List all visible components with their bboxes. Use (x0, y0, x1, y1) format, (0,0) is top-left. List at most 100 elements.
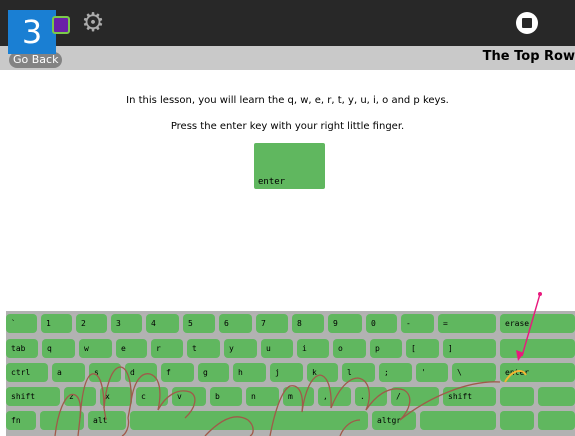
key-k[interactable]: k (307, 363, 338, 382)
key-shift[interactable]: shift (6, 387, 60, 406)
key-b[interactable]: b (210, 387, 242, 406)
key-label: tab (11, 344, 26, 353)
key-l[interactable]: l (342, 363, 375, 382)
key-u5d[interactable]: ] (443, 339, 496, 358)
key-2[interactable]: 2 (76, 314, 107, 333)
key-u60[interactable]: ` (6, 314, 37, 333)
activity-icon[interactable] (52, 16, 70, 34)
key-y[interactable]: y (224, 339, 257, 358)
key-label: - (406, 319, 411, 328)
key-r[interactable]: r (151, 339, 183, 358)
key-u5c[interactable]: \ (452, 363, 496, 382)
key-label: i (302, 344, 307, 353)
key-u2d[interactable]: - (401, 314, 434, 333)
key-u5b[interactable]: [ (406, 339, 439, 358)
key-3[interactable]: 3 (111, 314, 142, 333)
key-label: x (105, 392, 110, 401)
key-6[interactable]: 6 (219, 314, 252, 333)
key-altgr[interactable]: altgr (372, 411, 416, 430)
key-label: q (47, 344, 52, 353)
key-v[interactable]: v (172, 387, 206, 406)
key-n[interactable]: n (246, 387, 279, 406)
key-blank-r3-13[interactable] (538, 387, 575, 406)
key-u2f[interactable]: / (391, 387, 439, 406)
key-label: j (275, 368, 280, 377)
key-blank-r1-13[interactable] (500, 339, 575, 358)
key-label: 1 (46, 319, 51, 328)
key-label: = (443, 319, 448, 328)
key-label: ` (11, 319, 16, 328)
key-d[interactable]: d (125, 363, 157, 382)
key-e[interactable]: e (116, 339, 147, 358)
key-label: ] (448, 344, 453, 353)
key-u3b[interactable]: ; (379, 363, 412, 382)
key-h[interactable]: h (233, 363, 266, 382)
key-label: fn (11, 416, 21, 425)
key-u27[interactable]: ' (416, 363, 448, 382)
key-erase[interactable]: erase (500, 314, 575, 333)
key-f[interactable]: f (161, 363, 194, 382)
key-fn[interactable]: fn (6, 411, 36, 430)
key-label: 2 (81, 319, 86, 328)
gear-icon[interactable]: ⚙ (80, 10, 106, 36)
key-ctrl[interactable]: ctrl (6, 363, 48, 382)
key-label: g (203, 368, 208, 377)
key-label: c (141, 392, 146, 401)
key-a[interactable]: a (52, 363, 85, 382)
key-5[interactable]: 5 (183, 314, 215, 333)
key-z[interactable]: z (64, 387, 96, 406)
key-label: z (69, 392, 74, 401)
toolbar: ⚙ (0, 0, 575, 46)
key-w[interactable]: w (79, 339, 112, 358)
key-t[interactable]: t (187, 339, 220, 358)
key-i[interactable]: i (297, 339, 329, 358)
key-label: b (215, 392, 220, 401)
key-u2c[interactable]: , (318, 387, 351, 406)
key-label: h (238, 368, 243, 377)
key-blank-r4-3[interactable] (130, 411, 368, 430)
key-label: altgr (377, 416, 402, 425)
key-label: 5 (188, 319, 193, 328)
key-tab[interactable]: tab (6, 339, 38, 358)
key-9[interactable]: 9 (328, 314, 362, 333)
key-1[interactable]: 1 (41, 314, 72, 333)
key-label: t (192, 344, 197, 353)
key-alt[interactable]: alt (88, 411, 126, 430)
on-screen-keyboard: ` 1 2 3 4 5 6 7 8 9 0 - = erase tab q w e r t y u i o p [] ctrl a s d… (6, 311, 575, 436)
key-p[interactable]: p (370, 339, 402, 358)
key-shift[interactable]: shift (443, 387, 496, 406)
key-blank-r4-6[interactable] (500, 411, 534, 430)
key-blank-r4-7[interactable] (538, 411, 575, 430)
key-c[interactable]: c (136, 387, 168, 406)
key-g[interactable]: g (198, 363, 229, 382)
key-8[interactable]: 8 (292, 314, 324, 333)
key-label: shift (448, 392, 473, 401)
key-label: v (177, 392, 182, 401)
key-x[interactable]: x (100, 387, 132, 406)
stop-icon[interactable] (516, 12, 538, 34)
key-4[interactable]: 4 (146, 314, 179, 333)
key-0[interactable]: 0 (366, 314, 397, 333)
key-s[interactable]: s (89, 363, 121, 382)
key-blank-r4-5[interactable] (420, 411, 496, 430)
key-j[interactable]: j (270, 363, 303, 382)
go-back-button[interactable]: Go Back (9, 52, 63, 68)
key-enter[interactable]: enter (500, 363, 575, 382)
key-blank-r4-1[interactable] (40, 411, 84, 430)
key-q[interactable]: q (42, 339, 75, 358)
key-label: l (347, 368, 352, 377)
key-u[interactable]: u (261, 339, 293, 358)
key-label: ctrl (11, 368, 31, 377)
key-blank-r3-12[interactable] (500, 387, 534, 406)
key-u3d[interactable]: = (438, 314, 496, 333)
key-7[interactable]: 7 (256, 314, 288, 333)
key-u2e[interactable]: . (355, 387, 387, 406)
key-m[interactable]: m (283, 387, 314, 406)
key-label: 6 (224, 319, 229, 328)
key-label: y (229, 344, 234, 353)
pointer-arrow-origin (538, 292, 542, 296)
key-o[interactable]: o (333, 339, 366, 358)
key-label: , (323, 392, 328, 401)
key-label: w (84, 344, 89, 353)
key-label: 9 (333, 319, 338, 328)
